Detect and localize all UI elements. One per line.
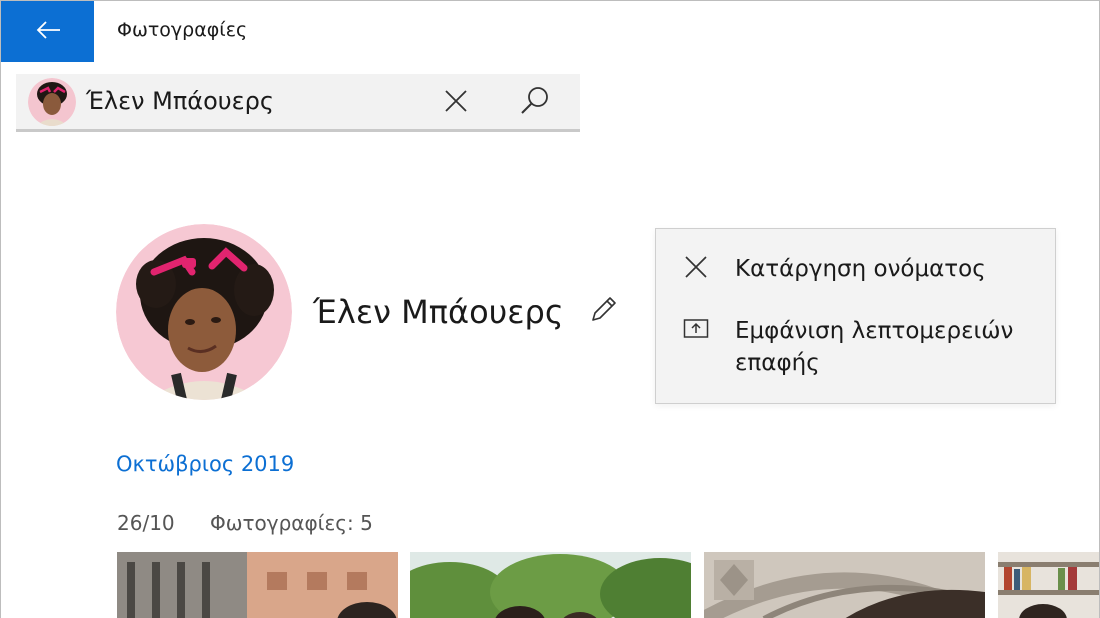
remove-name-menu-item[interactable]: Κατάργηση ονόματος [656,247,1055,291]
arrow-left-icon [35,20,61,44]
search-person-avatar [28,78,76,126]
contact-card-icon [682,315,710,343]
person-context-menu: Κατάργηση ονόματος Εμφάνιση λεπτομερειών… [655,228,1056,404]
pencil-icon [589,294,619,328]
remove-name-label: Κατάργηση ονόματος [735,256,986,282]
close-icon [444,89,468,117]
close-icon [682,253,710,281]
photo-thumbnail[interactable] [117,552,398,618]
date-label: 26/10 [117,511,175,535]
person-avatar [116,224,292,400]
show-contact-details-label: Εμφάνιση λεπτομερειών επαφής [735,318,1014,376]
app-window: Φωτογραφίες Έλεν Μπάουερς Έλεν Μπάουερς … [0,0,1100,618]
search-button[interactable] [516,84,554,122]
photo-count-label: Φωτογραφίες: 5 [210,511,373,535]
app-title: Φωτογραφίες [117,19,248,41]
show-contact-details-menu-item[interactable]: Εμφάνιση λεπτομερειών επαφής [656,309,1055,393]
search-input[interactable]: Έλεν Μπάουερς [86,87,274,115]
search-icon [519,85,551,121]
search-box[interactable]: Έλεν Μπάουερς [16,74,580,132]
back-button[interactable] [1,1,94,62]
photo-thumbnail[interactable] [410,552,691,618]
photo-thumbnail[interactable] [704,552,985,618]
clear-search-button[interactable] [439,86,473,120]
month-link[interactable]: Οκτώβριος 2019 [116,452,294,476]
person-name: Έλεν Μπάουερς [313,293,564,331]
edit-name-button[interactable] [587,294,621,328]
photo-thumbnail[interactable] [998,552,1099,618]
